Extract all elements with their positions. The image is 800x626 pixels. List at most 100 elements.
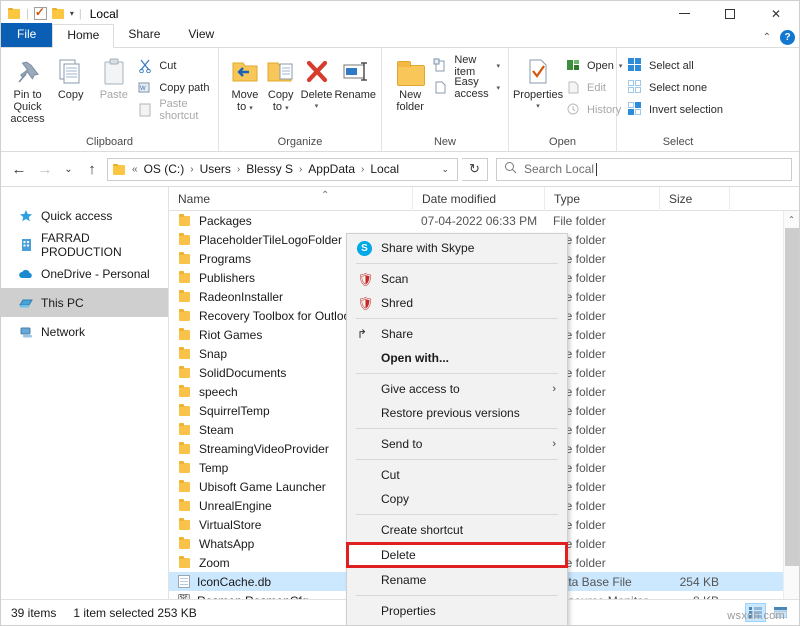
scrollbar-thumb[interactable]	[785, 228, 799, 566]
customize-dropdown-icon[interactable]: ▾	[70, 9, 74, 18]
menu-item-shred[interactable]: 🛡Shred	[347, 291, 567, 315]
new-folder-button[interactable]: New folder	[390, 52, 430, 113]
help-icon[interactable]: ?	[780, 30, 795, 45]
breadcrumb[interactable]: « OS (C:) › Users › Blessy S › AppData ›…	[107, 158, 458, 181]
edit-icon	[566, 80, 582, 96]
chevron-down-icon[interactable]: ▾	[536, 101, 540, 113]
menu-item-label: Create shortcut	[357, 523, 463, 537]
back-arrow-icon[interactable]: ←	[8, 157, 30, 181]
menu-item-give-access-to[interactable]: Give access to›	[347, 377, 567, 401]
breadcrumb-item-1[interactable]: Users	[197, 161, 234, 177]
share-icon: ↱	[357, 327, 379, 341]
sidebar-item-network[interactable]: Network	[1, 317, 168, 346]
chevron-right-icon: ›	[360, 164, 365, 175]
select-none-button[interactable]: Select none	[625, 78, 726, 97]
breadcrumb-overflow[interactable]: «	[131, 164, 139, 175]
tab-share[interactable]: Share	[114, 24, 174, 47]
easy-access-button[interactable]: Easy access ▾	[430, 78, 503, 97]
breadcrumb-item-3[interactable]: AppData	[305, 161, 358, 177]
vertical-scrollbar[interactable]: ⌃ ⌄	[783, 211, 799, 623]
scroll-up-icon[interactable]: ⌃	[784, 211, 799, 227]
shield-icon: 🛡	[357, 297, 379, 310]
delete-button[interactable]: Delete ▾	[299, 52, 335, 113]
chevron-up-icon[interactable]: ⌃	[763, 32, 771, 43]
pin-to-quick-access-button[interactable]: Pin to Quick access	[6, 52, 49, 125]
sidebar-item-onedrive[interactable]: OneDrive - Personal	[1, 259, 168, 288]
recent-locations-icon[interactable]: ⌄	[60, 157, 77, 181]
file-name: SolidDocuments	[199, 366, 286, 380]
breadcrumb-item-4[interactable]: Local	[367, 161, 402, 177]
select-all-button[interactable]: Select all	[625, 56, 726, 75]
tab-file[interactable]: File	[1, 23, 52, 47]
chevron-right-icon: ›	[552, 383, 556, 395]
menu-item-delete[interactable]: Delete	[346, 542, 568, 568]
search-input[interactable]: Search Local	[496, 158, 792, 181]
sidebar-item-farrad-production[interactable]: FARRAD PRODUCTION	[1, 230, 168, 259]
sort-ascending-icon: ⌃	[321, 187, 329, 208]
size-cell: 254 KB	[660, 575, 730, 589]
chevron-down-icon[interactable]: ▾	[315, 101, 319, 113]
menu-item-label: Cut	[357, 468, 400, 482]
menu-item-label: Restore previous versions	[357, 406, 520, 420]
up-arrow-icon[interactable]: ↑	[81, 157, 103, 181]
column-header-name[interactable]: Name ⌃	[169, 187, 413, 211]
pc-icon	[18, 295, 34, 311]
column-header-type[interactable]: Type	[545, 187, 660, 211]
chevron-down-icon[interactable]: ⌄	[435, 164, 455, 175]
menu-item-restore-previous-versions[interactable]: Restore previous versions	[347, 401, 567, 425]
sidebar-item-label: Quick access	[41, 209, 112, 223]
folder-icon	[178, 462, 192, 474]
breadcrumb-item-2[interactable]: Blessy S	[243, 161, 296, 177]
copy-to-button[interactable]: Copy to ▾	[263, 52, 299, 115]
paste-shortcut-button[interactable]: Paste shortcut	[135, 100, 213, 119]
breadcrumb-item-0[interactable]: OS (C:)	[141, 161, 188, 177]
menu-item-share[interactable]: ↱Share	[347, 322, 567, 346]
label: Copy	[268, 89, 294, 101]
menu-item-cut[interactable]: Cut	[347, 463, 567, 487]
open-icon	[566, 58, 582, 74]
menu-item-create-shortcut[interactable]: Create shortcut	[347, 518, 567, 542]
menu-item-rename[interactable]: Rename	[347, 568, 567, 592]
folder-icon	[178, 310, 192, 322]
paste-button[interactable]: Paste	[92, 52, 135, 101]
menu-item-label: Copy	[357, 492, 409, 506]
maximize-icon[interactable]	[707, 1, 753, 26]
menu-item-copy[interactable]: Copy	[347, 487, 567, 511]
chevron-down-icon[interactable]: ▾	[496, 62, 500, 70]
column-header-size[interactable]: Size	[660, 187, 730, 211]
menu-item-share-with-skype[interactable]: SShare with Skype	[347, 236, 567, 260]
tab-home[interactable]: Home	[52, 24, 114, 48]
column-header-date-modified[interactable]: Date modified	[413, 187, 545, 211]
forward-arrow-icon[interactable]: →	[34, 157, 56, 181]
cut-button[interactable]: Cut	[135, 56, 213, 75]
move-to-icon	[229, 55, 261, 89]
menu-item-open-with[interactable]: Open with...	[347, 346, 567, 370]
properties-button[interactable]: Properties ▾	[513, 52, 563, 113]
refresh-icon[interactable]: ↻	[462, 158, 488, 181]
sidebar-item-this-pc[interactable]: This PC	[1, 288, 168, 317]
tab-view[interactable]: View	[174, 24, 228, 47]
search-icon	[504, 161, 517, 177]
copy-path-button[interactable]: W Copy path	[135, 78, 213, 97]
chevron-down-icon[interactable]: ▾	[496, 84, 500, 92]
sidebar-item-quick-access[interactable]: Quick access	[1, 201, 168, 230]
ribbon-tabs: File Home Share View ⌃ ?	[1, 26, 799, 48]
properties-check-icon[interactable]	[34, 7, 47, 20]
minimize-icon[interactable]	[661, 1, 707, 26]
ribbon-group-organize: Move to ▾ Copy to ▾	[219, 48, 382, 151]
new-item-icon	[433, 58, 449, 74]
move-to-button[interactable]: Move to ▾	[227, 52, 263, 115]
copy-button[interactable]: Copy	[49, 52, 92, 101]
new-folder-icon[interactable]	[52, 8, 65, 19]
new-item-button[interactable]: New item ▾	[430, 56, 503, 75]
invert-selection-button[interactable]: Invert selection	[625, 100, 726, 119]
rename-button[interactable]: Rename	[334, 52, 376, 101]
menu-item-send-to[interactable]: Send to›	[347, 432, 567, 456]
menu-item-scan[interactable]: 🛡Scan	[347, 267, 567, 291]
file-name-cell: Packages	[169, 214, 413, 228]
context-menu: SShare with Skype 🛡Scan🛡Shred ↱ShareOpen w…	[346, 233, 568, 626]
cloud-icon	[18, 266, 34, 282]
table-row[interactable]: Packages07-04-2022 06:33 PMFile folder	[169, 211, 799, 230]
menu-item-properties[interactable]: Properties	[347, 599, 567, 623]
close-icon[interactable]: ✕	[753, 1, 799, 26]
